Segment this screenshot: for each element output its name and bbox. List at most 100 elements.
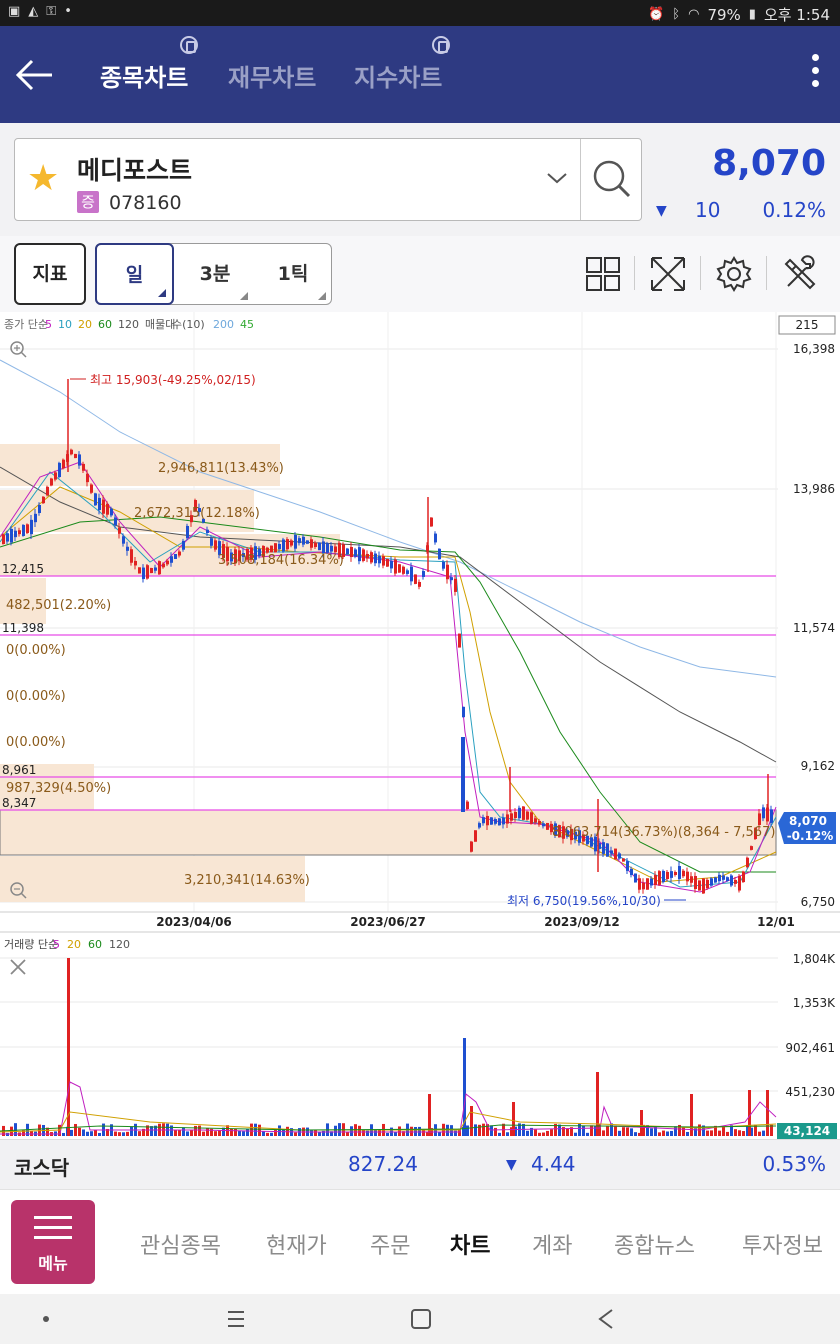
- volume-bar: [658, 1132, 661, 1136]
- period-1tick[interactable]: 1틱: [254, 244, 332, 306]
- tab-financial-chart[interactable]: 재무차트: [228, 58, 316, 93]
- volume-bar: [574, 1132, 577, 1136]
- volume-bar: [762, 1130, 765, 1136]
- kosdaq-index-bar[interactable]: 코스닥 827.24 ▼ 4.44 0.53%: [0, 1139, 840, 1189]
- candle: [614, 848, 617, 860]
- gear-icon[interactable]: [714, 254, 754, 294]
- nav-news[interactable]: 종합뉴스: [614, 1228, 695, 1260]
- candle: [490, 816, 493, 826]
- volume-bar: [538, 1132, 541, 1136]
- volume-bar: [206, 1127, 209, 1136]
- stock-selector[interactable]: ★ 메디포스트 증 078160: [14, 138, 642, 221]
- menu-button[interactable]: 메뉴: [11, 1200, 95, 1284]
- period-daily[interactable]: 일: [95, 243, 174, 305]
- volume-bar: [498, 1132, 501, 1136]
- volume-bar: [294, 1132, 297, 1136]
- status-left-icons: ▣ ◭ ⚿ •: [8, 4, 72, 19]
- vol-y-tick: 1,353K: [793, 996, 836, 1010]
- index-name: 코스닥: [14, 1156, 70, 1180]
- indicator-button[interactable]: 지표: [14, 243, 86, 305]
- y-tick: 11,574: [793, 621, 835, 635]
- volume-bar: [640, 1110, 643, 1136]
- volume-bar: [78, 1127, 81, 1136]
- volume-bar: [67, 958, 70, 1136]
- nav-current-price[interactable]: 현재가: [266, 1228, 327, 1260]
- legend-item: 수(10): [172, 318, 205, 331]
- candle: [522, 805, 525, 821]
- volume-bar: [454, 1130, 457, 1136]
- candle: [94, 492, 97, 506]
- level-label: 11,398: [2, 621, 44, 635]
- price-chart[interactable]: 최고 15,903(-49.25%,02/15) 최저 6,750(19.56%…: [0, 312, 840, 1139]
- volume-bar: [310, 1130, 313, 1136]
- candle: [518, 805, 521, 821]
- nav-watchlist[interactable]: 관심종목: [140, 1228, 221, 1260]
- recents-dot-icon[interactable]: [43, 1316, 49, 1322]
- vp-label: 0(0.00%): [6, 689, 66, 704]
- stock-code: 078160: [109, 192, 182, 214]
- status-bar: ▣ ◭ ⚿ • ⏰ ᛒ ◠ 79% ▮ 오후 1:54: [0, 0, 840, 26]
- period-3min[interactable]: 3분: [176, 244, 254, 306]
- volume-bar: [546, 1130, 549, 1136]
- candle: [414, 574, 417, 585]
- back-arrow-icon: [15, 59, 52, 91]
- volume-bar: [250, 1123, 253, 1136]
- vp-label: 987,329(4.50%): [6, 781, 111, 796]
- candle: [546, 822, 549, 830]
- candle: [662, 869, 665, 884]
- vol-legend-item: 거래량 단순: [4, 938, 58, 951]
- back-button[interactable]: [14, 56, 56, 94]
- candle: [730, 873, 733, 888]
- hamburger-icon: [34, 1216, 72, 1246]
- volume-bar: [766, 1090, 769, 1136]
- back-system-icon[interactable]: [598, 1309, 613, 1329]
- candle: [698, 880, 701, 891]
- candle: [526, 810, 529, 821]
- favorite-star-icon[interactable]: ★: [27, 161, 59, 197]
- vp-label: 0(0.00%): [6, 643, 66, 658]
- volume-bar: [590, 1125, 593, 1136]
- fullscreen-icon[interactable]: [648, 254, 688, 294]
- battery-icon: ▮: [748, 7, 756, 22]
- nav-invest-info[interactable]: 투자정보: [742, 1228, 823, 1260]
- volume-bar: [262, 1131, 265, 1136]
- tools-icon[interactable]: [780, 254, 820, 294]
- home-icon[interactable]: [411, 1309, 431, 1329]
- chart-canvas[interactable]: 최고 15,903(-49.25%,02/15) 최저 6,750(19.56%…: [0, 312, 840, 1139]
- vol-legend-item: 20: [67, 938, 81, 951]
- tab-stock-chart[interactable]: 종목차트: [100, 58, 188, 93]
- candle: [58, 461, 61, 479]
- chevron-down-icon[interactable]: [545, 169, 569, 187]
- nav-order[interactable]: 주문: [370, 1228, 410, 1260]
- volume-bar: [422, 1130, 425, 1136]
- legend-item: 10: [58, 318, 72, 331]
- high-annotation: 최고 15,903(-49.25%,02/15): [90, 373, 256, 387]
- search-button[interactable]: [580, 139, 642, 220]
- recent-apps-icon[interactable]: [228, 1311, 244, 1327]
- volume-bar: [118, 1132, 121, 1136]
- volume-bar: [482, 1123, 485, 1136]
- candle: [50, 477, 53, 487]
- layout-grid-icon[interactable]: [583, 254, 623, 294]
- candle: [430, 517, 433, 527]
- volume-bar: [558, 1124, 561, 1136]
- price-tag-value: 8,070: [789, 814, 827, 828]
- volume-bar: [278, 1125, 281, 1136]
- candle: [46, 485, 49, 497]
- nav-chart[interactable]: 차트: [450, 1228, 490, 1260]
- candle: [62, 458, 65, 470]
- candle: [402, 565, 405, 576]
- volume-bar: [602, 1130, 605, 1136]
- chart-toolbar: 지표 일 3분 1틱: [0, 236, 840, 312]
- volume-bar: [30, 1130, 33, 1136]
- candle: [2, 533, 5, 545]
- stock-info-row: ★ 메디포스트 증 078160 8,070 ▼ 10 0.12%: [0, 123, 840, 236]
- volume-bar: [62, 1132, 65, 1136]
- talk-icon: ▣: [8, 4, 21, 19]
- more-menu-icon[interactable]: [812, 54, 820, 94]
- volume-bar: [186, 1131, 189, 1136]
- volume-bar: [414, 1126, 417, 1136]
- period-selector: 일 3분 1틱: [95, 243, 332, 305]
- tab-index-chart[interactable]: 지수차트: [354, 58, 442, 93]
- nav-account[interactable]: 계좌: [532, 1228, 572, 1260]
